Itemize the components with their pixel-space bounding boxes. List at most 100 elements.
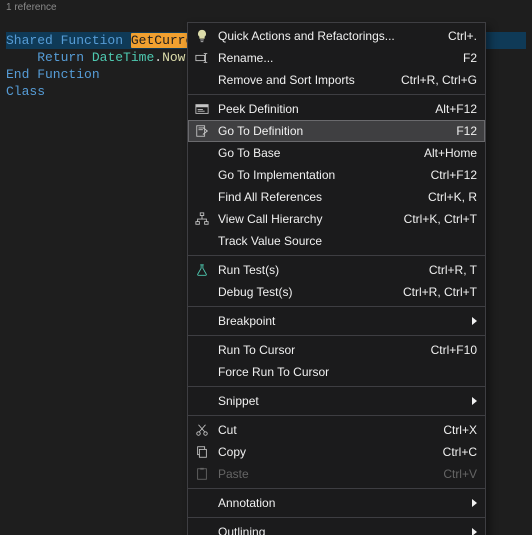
menu-separator xyxy=(188,306,485,307)
keyword-end-function: End Function xyxy=(6,67,100,82)
member-now: Now xyxy=(162,50,185,65)
menu-shortcut: F2 xyxy=(463,51,477,65)
menu-label: Peek Definition xyxy=(218,102,423,116)
menu-shortcut: Ctrl+X xyxy=(443,423,477,437)
menu-icon-empty xyxy=(192,393,212,409)
menu-shortcut: Ctrl+R, Ctrl+G xyxy=(401,73,477,87)
paste-icon xyxy=(192,466,212,482)
menu-label: Quick Actions and Refactorings... xyxy=(218,29,436,43)
menu-shortcut: Ctrl+F10 xyxy=(431,343,477,357)
menu-shortcut: Ctrl+C xyxy=(443,445,477,459)
rename-icon xyxy=(192,50,212,66)
menu-item-annotation[interactable]: Annotation xyxy=(188,492,485,514)
menu-label: Rename... xyxy=(218,51,451,65)
menu-separator xyxy=(188,488,485,489)
menu-item-track-value-source[interactable]: Track Value Source xyxy=(188,230,485,252)
menu-shortcut: Ctrl+V xyxy=(443,467,477,481)
dot: . xyxy=(154,50,162,65)
menu-item-force-run-to-cursor[interactable]: Force Run To Cursor xyxy=(188,361,485,383)
codelens-reference[interactable]: 1 reference xyxy=(0,0,532,15)
menu-shortcut: Alt+Home xyxy=(424,146,477,160)
menu-label: Find All References xyxy=(218,190,416,204)
submenu-arrow-icon xyxy=(467,496,477,510)
menu-shortcut: F12 xyxy=(456,124,477,138)
hierarchy-icon xyxy=(192,211,212,227)
menu-label: Outlining xyxy=(218,525,459,535)
menu-separator xyxy=(188,386,485,387)
menu-icon-empty xyxy=(192,233,212,249)
menu-item-outlining[interactable]: Outlining xyxy=(188,521,485,535)
cut-icon xyxy=(192,422,212,438)
menu-label: Go To Implementation xyxy=(218,168,419,182)
bulb-icon xyxy=(192,28,212,44)
type-datetime: DateTime xyxy=(92,50,154,65)
menu-label: Force Run To Cursor xyxy=(218,365,477,379)
menu-icon-empty xyxy=(192,524,212,535)
menu-icon-empty xyxy=(192,495,212,511)
menu-item-run-to-cursor[interactable]: Run To Cursor Ctrl+F10 xyxy=(188,339,485,361)
menu-item-peek-definition[interactable]: Peek Definition Alt+F12 xyxy=(188,98,485,120)
menu-item-paste: Paste Ctrl+V xyxy=(188,463,485,485)
menu-label: Go To Base xyxy=(218,146,412,160)
context-menu[interactable]: Quick Actions and Refactorings... Ctrl+. R… xyxy=(187,22,486,535)
menu-shortcut: Ctrl+K, R xyxy=(428,190,477,204)
menu-icon-empty xyxy=(192,364,212,380)
menu-label: Run To Cursor xyxy=(218,343,419,357)
menu-label: Track Value Source xyxy=(218,234,477,248)
menu-separator xyxy=(188,415,485,416)
menu-label: Copy xyxy=(218,445,431,459)
menu-shortcut: Ctrl+R, T xyxy=(429,263,477,277)
menu-icon-empty xyxy=(192,342,212,358)
menu-separator xyxy=(188,255,485,256)
submenu-arrow-icon xyxy=(467,394,477,408)
keyword-shared: Shared xyxy=(6,33,53,48)
menu-item-breakpoint[interactable]: Breakpoint xyxy=(188,310,485,332)
menu-icon-empty xyxy=(192,72,212,88)
menu-separator xyxy=(188,335,485,336)
menu-shortcut: Ctrl+. xyxy=(448,29,477,43)
menu-item-quick-actions-and-refactorings[interactable]: Quick Actions and Refactorings... Ctrl+. xyxy=(188,25,485,47)
copy-icon xyxy=(192,444,212,460)
menu-item-run-test-s[interactable]: Run Test(s) Ctrl+R, T xyxy=(188,259,485,281)
menu-separator xyxy=(188,517,485,518)
submenu-arrow-icon xyxy=(467,314,477,328)
menu-shortcut: Ctrl+R, Ctrl+T xyxy=(403,285,477,299)
menu-item-cut[interactable]: Cut Ctrl+X xyxy=(188,419,485,441)
menu-label: Remove and Sort Imports xyxy=(218,73,389,87)
menu-label: Annotation xyxy=(218,496,459,510)
keyword-return: Return xyxy=(37,50,84,65)
peek-icon xyxy=(192,101,212,117)
menu-shortcut: Ctrl+F12 xyxy=(431,168,477,182)
keyword-class: Class xyxy=(6,84,45,99)
menu-label: View Call Hierarchy xyxy=(218,212,392,226)
menu-item-go-to-definition[interactable]: Go To Definition F12 xyxy=(188,120,485,142)
menu-label: Snippet xyxy=(218,394,459,408)
menu-icon-empty xyxy=(192,313,212,329)
menu-item-remove-and-sort-imports[interactable]: Remove and Sort Imports Ctrl+R, Ctrl+G xyxy=(188,69,485,91)
menu-icon-empty xyxy=(192,284,212,300)
menu-item-view-call-hierarchy[interactable]: View Call Hierarchy Ctrl+K, Ctrl+T xyxy=(188,208,485,230)
menu-icon-empty xyxy=(192,145,212,161)
menu-item-rename[interactable]: Rename... F2 xyxy=(188,47,485,69)
menu-item-find-all-references[interactable]: Find All References Ctrl+K, R xyxy=(188,186,485,208)
menu-item-debug-test-s[interactable]: Debug Test(s) Ctrl+R, Ctrl+T xyxy=(188,281,485,303)
menu-item-go-to-implementation[interactable]: Go To Implementation Ctrl+F12 xyxy=(188,164,485,186)
menu-shortcut: Ctrl+K, Ctrl+T xyxy=(404,212,477,226)
menu-icon-empty xyxy=(192,189,212,205)
flask-icon xyxy=(192,262,212,278)
menu-label: Breakpoint xyxy=(218,314,459,328)
menu-item-copy[interactable]: Copy Ctrl+C xyxy=(188,441,485,463)
menu-label: Run Test(s) xyxy=(218,263,417,277)
menu-icon-empty xyxy=(192,167,212,183)
menu-label: Paste xyxy=(218,467,431,481)
menu-label: Go To Definition xyxy=(218,124,444,138)
menu-item-snippet[interactable]: Snippet xyxy=(188,390,485,412)
keyword-function: Function xyxy=(61,33,123,48)
menu-separator xyxy=(188,94,485,95)
menu-item-go-to-base[interactable]: Go To Base Alt+Home xyxy=(188,142,485,164)
goto-icon xyxy=(192,123,212,139)
menu-label: Cut xyxy=(218,423,431,437)
menu-label: Debug Test(s) xyxy=(218,285,391,299)
submenu-arrow-icon xyxy=(467,525,477,535)
menu-shortcut: Alt+F12 xyxy=(435,102,477,116)
